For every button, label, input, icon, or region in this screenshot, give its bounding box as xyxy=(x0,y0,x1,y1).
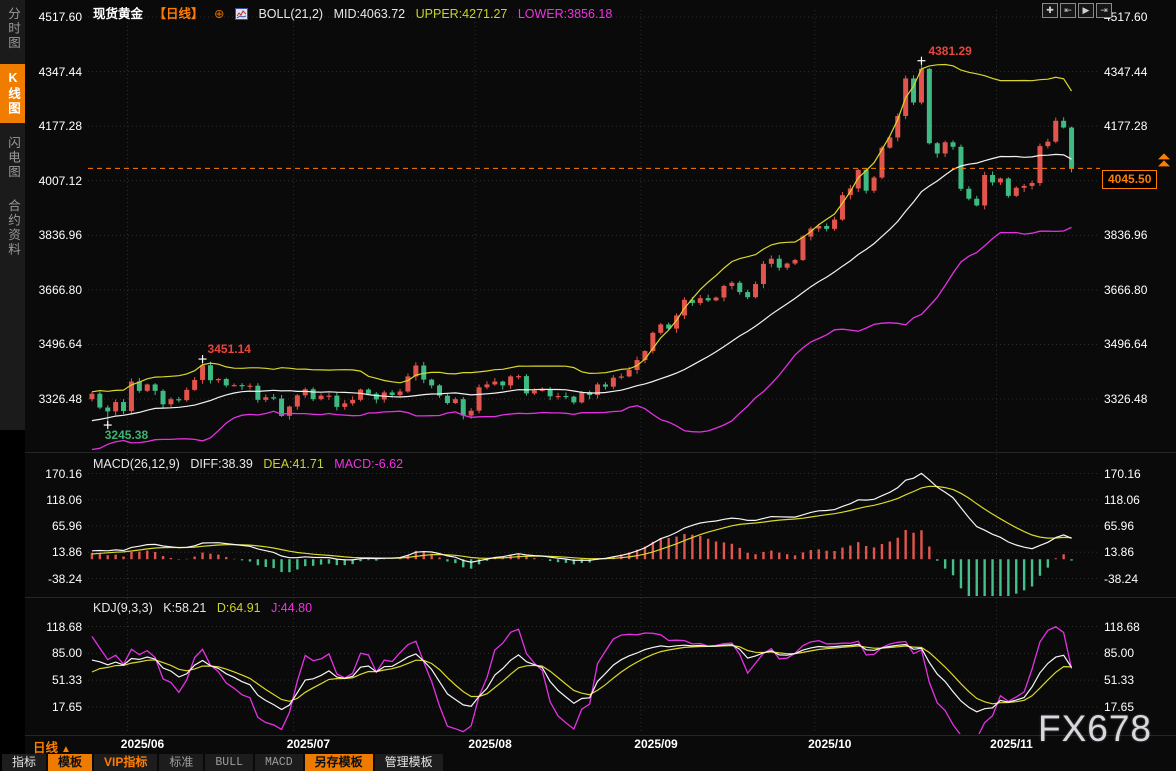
main-y-label-right: 4347.44 xyxy=(1104,65,1166,79)
kdj-d-value: D:64.91 xyxy=(217,601,261,615)
macd-y-label-right: 170.16 xyxy=(1104,467,1166,481)
main-y-label: 4347.44 xyxy=(30,65,82,79)
macd-y-label: 118.06 xyxy=(30,493,82,507)
sidebar: 分时图 K线图闪电图合约资料 xyxy=(0,0,25,771)
main-y-label: 3326.48 xyxy=(30,392,82,406)
main-y-label: 4177.28 xyxy=(30,119,82,133)
macd-y-label: 13.86 xyxy=(30,545,82,559)
period-label: 日线 xyxy=(33,741,58,755)
x-axis-month-label: 2025/08 xyxy=(455,737,525,751)
main-y-label-right: 4517.60 xyxy=(1104,10,1166,24)
watermark: FX678 xyxy=(1038,708,1152,750)
main-y-label: 3836.96 xyxy=(30,228,82,242)
toolbar-button-管理模板[interactable]: 管理模板 xyxy=(375,754,443,771)
kdj-y-label: 17.65 xyxy=(30,700,82,714)
toolbar-button-VIP指标[interactable]: VIP指标 xyxy=(94,754,157,771)
kdj-y-label: 51.33 xyxy=(30,673,82,687)
kdj-y-label: 118.68 xyxy=(30,620,82,634)
kdj-y-label: 85.00 xyxy=(30,646,82,660)
x-axis-month-label: 2025/07 xyxy=(273,737,343,751)
main-y-label: 4517.60 xyxy=(30,10,82,24)
kdj-j-value: J:44.80 xyxy=(271,601,312,615)
compress-axis-icon-glyph: ⇤ xyxy=(1064,6,1072,15)
main-y-label-right: 3666.80 xyxy=(1104,283,1166,297)
x-axis-month-label: 2025/11 xyxy=(977,737,1047,751)
macd-y-label: 170.16 xyxy=(30,467,82,481)
x-axis-month-label: 2025/09 xyxy=(621,737,691,751)
annotation-swing-high: 3451.14 xyxy=(208,342,251,356)
kdj-header: KDJ(9,3,3) K:58.21 D:64.91 J:44.80 xyxy=(93,601,319,615)
main-y-label-right: 3496.64 xyxy=(1104,337,1166,351)
macd-diff-value: DIFF:38.39 xyxy=(190,457,253,471)
chart-app: 分时图 K线图闪电图合约资料 现货黄金 【日线】 ⊕ BOLL(21,2) MID… xyxy=(0,0,1176,771)
compress-axis-icon[interactable]: ⇤ xyxy=(1060,3,1076,18)
symbol-name: 现货黄金 xyxy=(93,7,143,21)
expand-icon[interactable]: ⊕ xyxy=(214,7,224,21)
chart-type-icon[interactable] xyxy=(235,8,248,23)
kdj-k-value: K:58.21 xyxy=(163,601,206,615)
macd-header: MACD(26,12,9) DIFF:38.39 DEA:41.71 MACD:… xyxy=(93,457,410,471)
pan-icon[interactable]: ✚ xyxy=(1042,3,1058,18)
boll-mid-value: MID:4063.72 xyxy=(334,7,406,21)
go-latest-icon-glyph: ⇥ xyxy=(1100,6,1108,15)
chart-nav-buttons: ✚ ⇤ ▶ ⇥ xyxy=(1042,3,1112,18)
bottom-toolbar: 指标模板VIP指标标准BULLMACD另存模板管理模板 xyxy=(2,754,443,771)
kdj-y-label-right: 51.33 xyxy=(1104,673,1166,687)
kdj-title: KDJ(9,3,3) xyxy=(93,601,153,615)
sidebar-tab-分时图[interactable]: 分时图 xyxy=(0,0,25,58)
macd-dea-value: DEA:41.71 xyxy=(263,457,323,471)
kdj-y-label-right: 118.68 xyxy=(1104,620,1166,634)
expand-axis-icon[interactable]: ▶ xyxy=(1078,3,1094,18)
main-y-label: 3666.80 xyxy=(30,283,82,297)
last-price-tag: 4045.50 xyxy=(1102,170,1157,189)
main-chart-header: 现货黄金 【日线】 ⊕ BOLL(21,2) MID:4063.72 UPPER… xyxy=(93,3,619,23)
x-axis-month-label: 2025/06 xyxy=(108,737,178,751)
macd-macd-value: MACD:-6.62 xyxy=(334,457,403,471)
toolbar-button-模板[interactable]: 模板 xyxy=(48,754,92,771)
annotation-high-price: 4381.29 xyxy=(928,44,971,58)
macd-title: MACD(26,12,9) xyxy=(93,457,180,471)
go-latest-icon[interactable]: ⇥ xyxy=(1096,3,1112,18)
annotation-low-price: 3245.38 xyxy=(105,428,148,442)
toolbar-button-指标[interactable]: 指标 xyxy=(2,754,46,771)
macd-y-label-right: 118.06 xyxy=(1104,493,1166,507)
toolbar-button-MACD[interactable]: MACD xyxy=(255,754,303,771)
macd-y-label-right: 13.86 xyxy=(1104,545,1166,559)
sidebar-tab-闪电图[interactable]: 闪电图 xyxy=(0,129,25,187)
main-y-label-right: 3836.96 xyxy=(1104,228,1166,242)
macd-y-label-right: -38.24 xyxy=(1104,572,1166,586)
macd-y-label-right: 65.96 xyxy=(1104,519,1166,533)
boll-lower-value: LOWER:3856.18 xyxy=(518,7,613,21)
toolbar-button-另存模板[interactable]: 另存模板 xyxy=(305,754,373,771)
macd-y-label: 65.96 xyxy=(30,519,82,533)
toolbar-button-BULL[interactable]: BULL xyxy=(205,754,253,771)
x-axis-month-label: 2025/10 xyxy=(795,737,865,751)
sidebar-tab-合约资料[interactable]: 合约资料 xyxy=(0,192,25,264)
main-y-label: 3496.64 xyxy=(30,337,82,351)
pan-icon-glyph: ✚ xyxy=(1046,6,1054,15)
toolbar-button-标准[interactable]: 标准 xyxy=(159,754,203,771)
main-y-label-right: 4177.28 xyxy=(1104,119,1166,133)
macd-y-label: -38.24 xyxy=(30,572,82,586)
sidebar-tab-K线图[interactable]: K线图 xyxy=(0,64,25,123)
main-y-label: 4007.12 xyxy=(30,174,82,188)
kdj-y-label-right: 85.00 xyxy=(1104,646,1166,660)
period-tag: 【日线】 xyxy=(154,7,204,21)
boll-upper-value: UPPER:4271.27 xyxy=(416,7,508,21)
main-y-label-right: 3326.48 xyxy=(1104,392,1166,406)
boll-label: BOLL(21,2) xyxy=(258,7,323,21)
chart-canvas[interactable] xyxy=(0,0,1176,771)
expand-axis-icon-glyph: ▶ xyxy=(1083,6,1090,15)
